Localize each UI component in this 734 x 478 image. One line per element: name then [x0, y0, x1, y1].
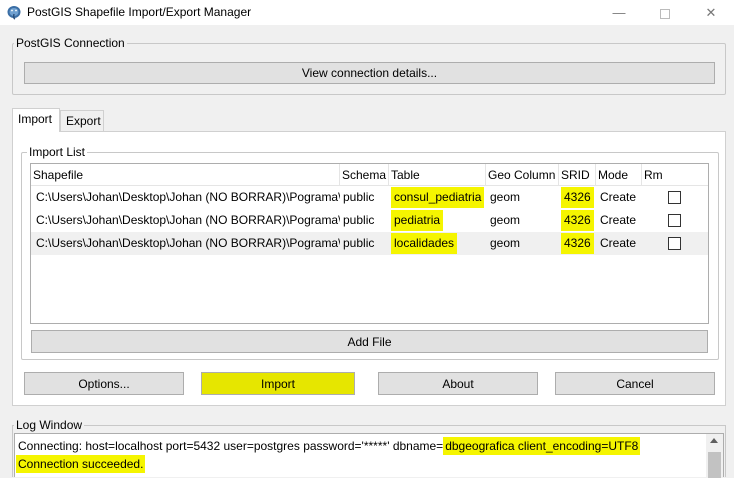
geo-column-cell[interactable]: geom: [486, 232, 559, 255]
geo-column-cell[interactable]: geom: [486, 186, 559, 209]
minimize-button[interactable]: —: [596, 0, 642, 25]
schema-cell[interactable]: public: [340, 209, 389, 232]
column-header-rm[interactable]: Rm: [642, 164, 708, 186]
srid-highlight: 4326: [561, 233, 594, 254]
shapefile-cell[interactable]: C:\Users\Johan\Desktop\Johan (NO BORRAR)…: [31, 186, 340, 209]
cancel-button[interactable]: Cancel: [555, 372, 715, 395]
postgis-elephant-icon: [7, 6, 21, 20]
maximize-icon: [660, 8, 670, 19]
column-header-schema[interactable]: Schema: [340, 164, 389, 186]
column-header-srid[interactable]: SRID: [559, 164, 596, 186]
shapefile-cell[interactable]: C:\Users\Johan\Desktop\Johan (NO BORRAR)…: [31, 232, 340, 255]
srid-highlight: 4326: [561, 187, 594, 208]
table-cell[interactable]: localidades: [389, 232, 486, 255]
table-cell[interactable]: consul_pediatria: [389, 186, 486, 209]
table-cell[interactable]: pediatria: [389, 209, 486, 232]
scroll-thumb[interactable]: [708, 452, 721, 478]
log-textarea[interactable]: Connecting: host=localhost port=5432 use…: [14, 433, 724, 478]
srid-cell[interactable]: 4326: [559, 186, 596, 209]
import-table[interactable]: Shapefile Schema Table Geo Column SRID M…: [30, 163, 709, 324]
mode-cell[interactable]: Create: [596, 232, 642, 255]
about-button[interactable]: About: [378, 372, 538, 395]
mode-cell[interactable]: Create: [596, 209, 642, 232]
log-connection-string: Connecting: host=localhost port=5432 use…: [18, 439, 444, 453]
log-window-label: Log Window: [14, 418, 85, 432]
log-line-connecting: Connecting: host=localhost port=5432 use…: [18, 437, 641, 455]
column-header-mode[interactable]: Mode: [596, 164, 642, 186]
column-header-table[interactable]: Table: [389, 164, 486, 186]
scroll-up-icon[interactable]: [710, 438, 718, 443]
view-connection-details-button[interactable]: View connection details...: [24, 62, 715, 84]
srid-highlight: 4326: [561, 210, 594, 231]
schema-cell[interactable]: public: [340, 232, 389, 255]
srid-cell[interactable]: 4326: [559, 232, 596, 255]
window-title: PostGIS Shapefile Import/Export Manager: [27, 5, 252, 19]
srid-cell[interactable]: 4326: [559, 209, 596, 232]
table-row[interactable]: C:\Users\Johan\Desktop\Johan (NO BORRAR)…: [31, 209, 708, 232]
table-name-highlight: localidades: [391, 233, 458, 254]
log-success-highlight: Connection succeeded.: [16, 455, 146, 473]
table-row[interactable]: C:\Users\Johan\Desktop\Johan (NO BORRAR)…: [31, 232, 708, 255]
rm-cell: [642, 209, 708, 232]
column-header-geo-column[interactable]: Geo Column: [486, 164, 559, 186]
tab-import[interactable]: Import: [12, 108, 60, 132]
table-name-highlight: consul_pediatria: [391, 187, 485, 208]
rm-cell: [642, 186, 708, 209]
schema-cell[interactable]: public: [340, 186, 389, 209]
import-button[interactable]: Import: [201, 372, 355, 395]
rm-checkbox[interactable]: [668, 237, 681, 250]
log-scrollbar[interactable]: [706, 434, 723, 478]
import-list-group-label: Import List: [27, 145, 88, 159]
close-button[interactable]: ✕: [688, 0, 734, 25]
title-bar: PostGIS Shapefile Import/Export Manager …: [0, 0, 734, 25]
table-row[interactable]: C:\Users\Johan\Desktop\Johan (NO BORRAR)…: [31, 186, 708, 209]
tab-export[interactable]: Export: [60, 110, 104, 131]
connection-group-label: PostGIS Connection: [14, 36, 127, 50]
add-file-button[interactable]: Add File: [31, 330, 708, 353]
column-header-shapefile[interactable]: Shapefile: [31, 164, 340, 186]
maximize-button[interactable]: [642, 0, 688, 25]
table-name-highlight: pediatria: [391, 210, 444, 231]
rm-cell: [642, 232, 708, 255]
table-header: Shapefile Schema Table Geo Column SRID M…: [31, 164, 708, 186]
log-dbname-highlight: dbgeografica client_encoding=UTF8: [443, 437, 641, 455]
rm-checkbox[interactable]: [668, 214, 681, 227]
geo-column-cell[interactable]: geom: [486, 209, 559, 232]
rm-checkbox[interactable]: [668, 191, 681, 204]
options-button[interactable]: Options...: [24, 372, 184, 395]
shapefile-cell[interactable]: C:\Users\Johan\Desktop\Johan (NO BORRAR)…: [31, 209, 340, 232]
log-line-succeeded: Connection succeeded.: [16, 455, 146, 473]
mode-cell[interactable]: Create: [596, 186, 642, 209]
